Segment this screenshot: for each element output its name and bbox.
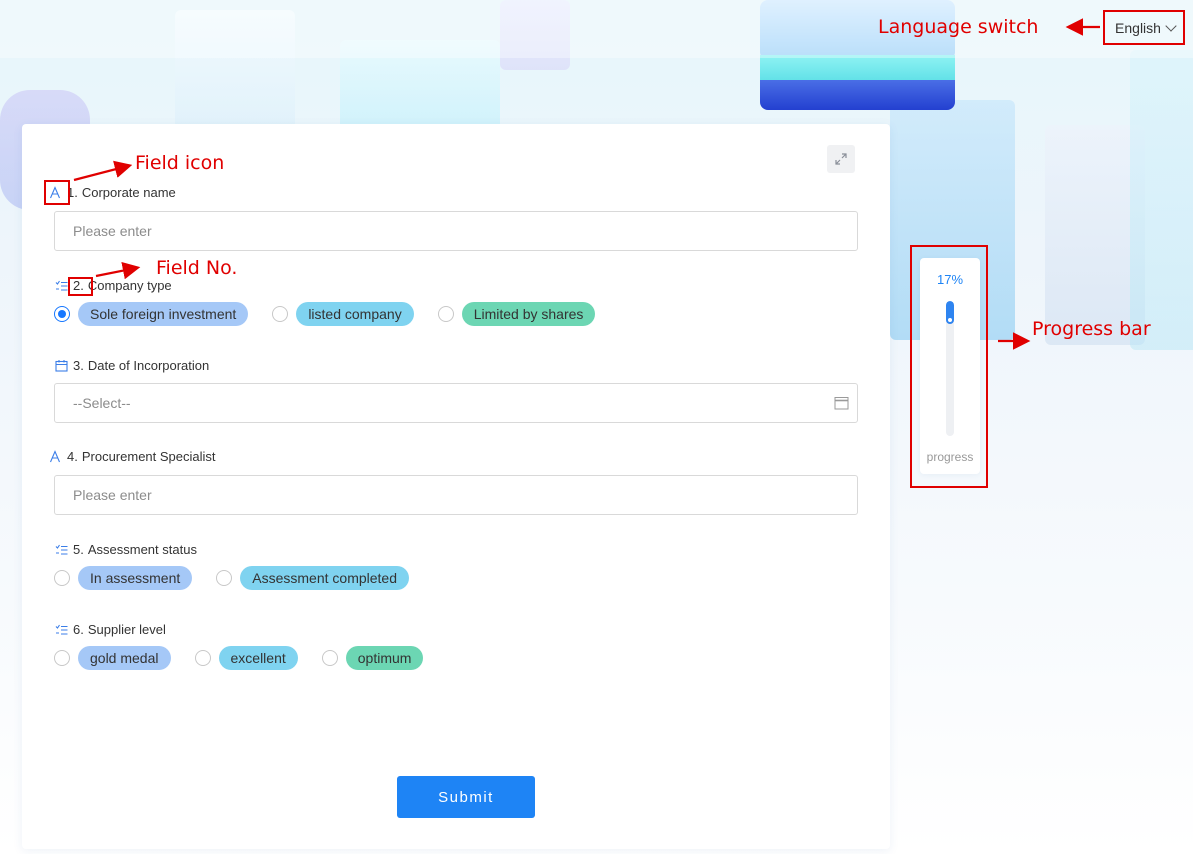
calendar-icon	[54, 359, 68, 373]
radio-option[interactable]: gold medal	[54, 646, 171, 670]
progress-label: progress	[926, 450, 974, 464]
language-label: English	[1115, 20, 1161, 36]
date-placeholder: --Select--	[73, 395, 131, 411]
language-switch[interactable]: English	[1106, 12, 1184, 44]
assessment-status-radio-group: In assessment Assessment completed	[54, 566, 433, 590]
option-tag: gold medal	[78, 646, 171, 670]
field-title: Assessment status	[87, 542, 197, 557]
annotation-field-icon: Field icon	[135, 152, 225, 174]
field-title: Procurement Specialist	[81, 449, 216, 464]
procurement-specialist-input[interactable]	[54, 475, 858, 515]
field-number: 1.	[67, 185, 78, 200]
expand-icon	[835, 153, 847, 165]
chevron-down-icon	[1165, 20, 1177, 32]
radio-button[interactable]	[194, 650, 211, 666]
fullscreen-button[interactable]	[827, 145, 855, 173]
radio-button[interactable]	[216, 570, 233, 586]
text-icon	[48, 186, 62, 200]
list-icon	[54, 623, 68, 637]
radio-button[interactable]	[54, 570, 70, 586]
radio-option[interactable]: In assessment	[54, 566, 193, 590]
corporate-name-input[interactable]	[54, 211, 858, 251]
field-title: Company type	[87, 278, 172, 293]
annotation-field-no: Field No.	[156, 257, 238, 279]
option-tag: optimum	[345, 646, 424, 670]
radio-option[interactable]: Limited by shares	[437, 302, 596, 326]
progress-panel: 17% progress	[920, 258, 980, 474]
progress-percent: 17%	[936, 272, 964, 287]
radio-button[interactable]	[54, 306, 70, 322]
company-type-radio-group: Sole foreign investment listed company L…	[54, 302, 619, 326]
field-number: 2.	[73, 278, 84, 293]
radio-option[interactable]: excellent	[194, 646, 298, 670]
annotation-progress-bar: Progress bar	[1032, 318, 1151, 340]
radio-button[interactable]	[54, 650, 70, 666]
field-title: Supplier level	[87, 622, 166, 637]
radio-option[interactable]: Sole foreign investment	[54, 302, 249, 326]
text-icon	[48, 450, 62, 464]
option-tag: Sole foreign investment	[78, 302, 249, 326]
calendar-icon	[834, 397, 849, 410]
option-tag: excellent	[218, 646, 298, 670]
progress-handle	[948, 318, 952, 322]
field-label-procurement-specialist: 4. Procurement Specialist	[48, 449, 216, 464]
list-icon	[54, 279, 68, 293]
field-label-date-of-incorporation: 3. Date of Incorporation	[54, 358, 209, 373]
field-number: 3.	[73, 358, 84, 373]
option-tag: Assessment completed	[240, 566, 409, 590]
supplier-level-radio-group: gold medal excellent optimum	[54, 646, 447, 670]
submit-button[interactable]: Submit	[397, 776, 535, 818]
progress-track	[946, 301, 954, 436]
field-label-assessment-status: 5. Assessment status	[54, 542, 197, 557]
option-tag: Limited by shares	[461, 302, 596, 326]
radio-button[interactable]	[272, 306, 289, 322]
field-label-company-type: 2. Company type	[54, 278, 172, 293]
field-number: 4.	[67, 449, 78, 464]
radio-option[interactable]: optimum	[321, 646, 424, 670]
radio-button[interactable]	[321, 650, 338, 666]
radio-option[interactable]: Assessment completed	[216, 566, 409, 590]
field-label-supplier-level: 6. Supplier level	[54, 622, 166, 637]
field-label-corporate-name: 1. Corporate name	[48, 185, 176, 200]
form-card: 1. Corporate name 2. Company type Sole f…	[22, 124, 890, 849]
field-title: Date of Incorporation	[87, 358, 210, 373]
annotation-language-switch: Language switch	[878, 16, 1039, 38]
field-title: Corporate name	[81, 185, 176, 200]
field-number: 5.	[73, 542, 84, 557]
option-tag: listed company	[296, 302, 414, 326]
option-tag: In assessment	[78, 566, 193, 590]
radio-option[interactable]: listed company	[272, 302, 414, 326]
radio-button[interactable]	[437, 306, 454, 322]
field-number: 6.	[73, 622, 84, 637]
list-icon	[54, 543, 68, 557]
date-of-incorporation-picker[interactable]: --Select--	[54, 383, 858, 423]
